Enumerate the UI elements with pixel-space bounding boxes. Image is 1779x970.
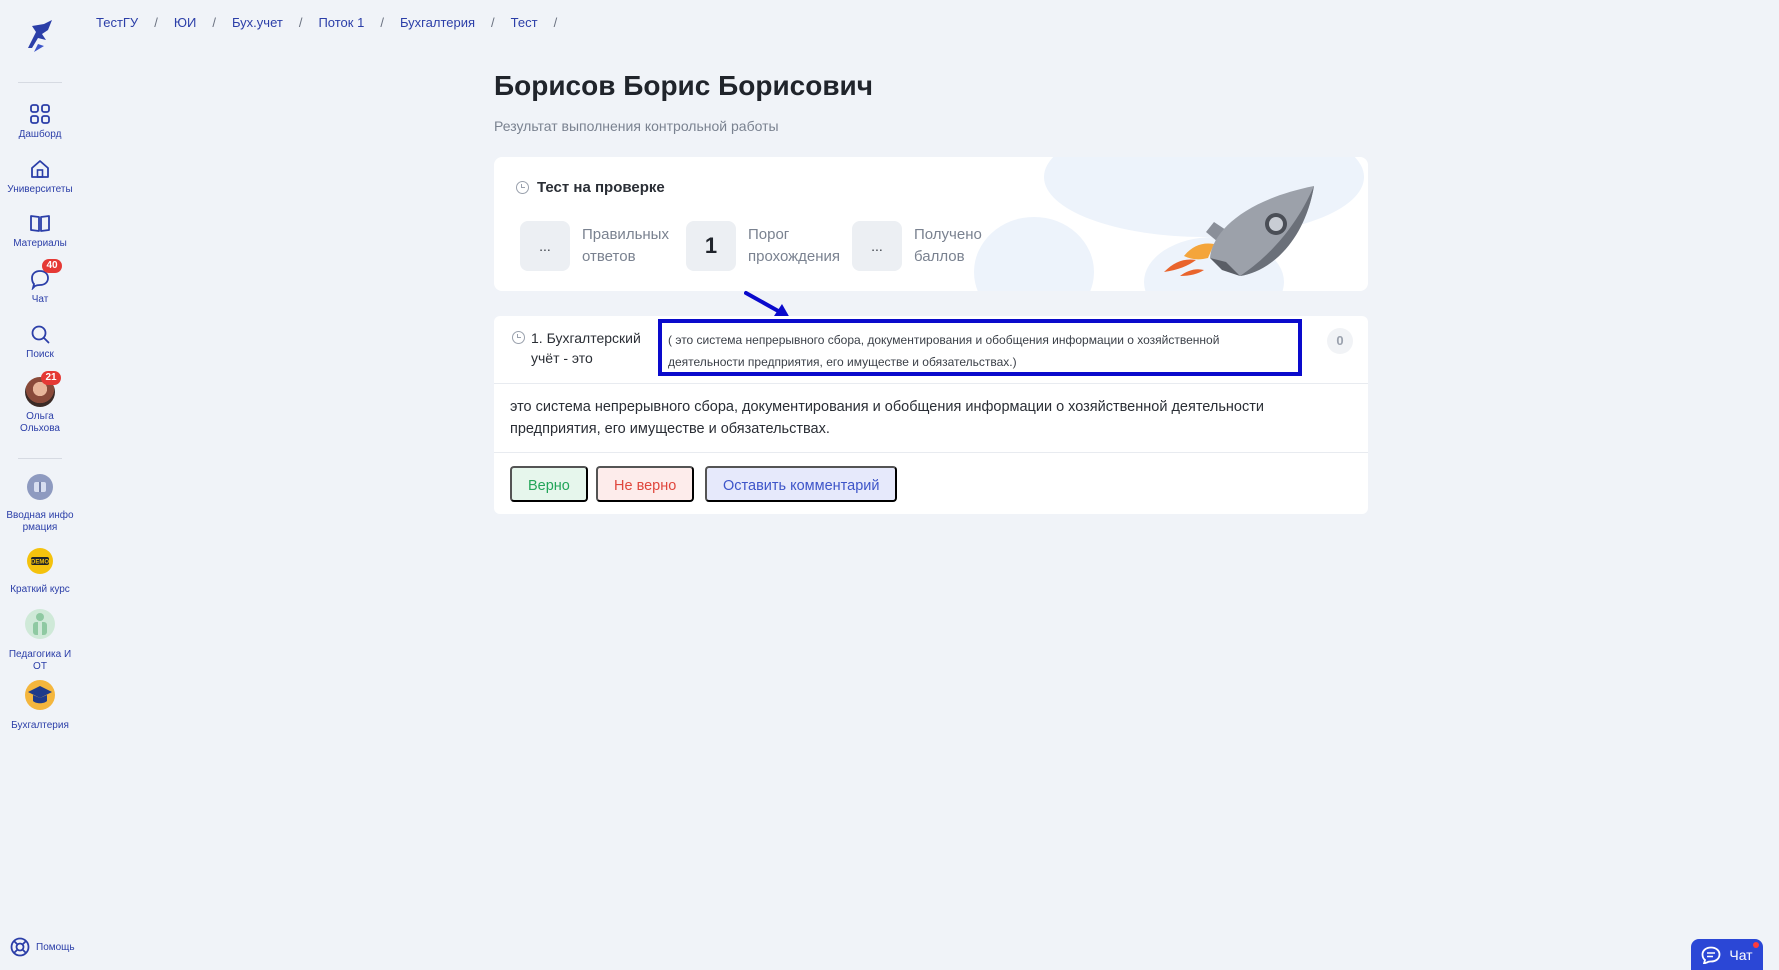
search-icon: [31, 325, 50, 344]
sidebar-item-universities[interactable]: Университеты: [0, 158, 80, 196]
sidebar-course-accounting[interactable]: Бухгалтерия: [0, 679, 80, 732]
notification-dot: [1753, 942, 1759, 948]
question-highlight-box: ( это система непрерывного сбора, докуме…: [658, 319, 1302, 376]
chat-bubble-icon: [1701, 946, 1721, 964]
stat-label: Порог прохождения: [748, 226, 841, 265]
book-icon: [30, 215, 50, 232]
sidebar-item-label: Чат: [31, 294, 49, 305]
divider: [494, 452, 1368, 453]
sidebar-course-pedagogy[interactable]: Педагогика И ОТ: [0, 608, 80, 673]
sidebar-item-label: Университеты: [7, 184, 73, 195]
breadcrumb-item[interactable]: Бух.учет: [232, 15, 283, 30]
page-title: Борисов Борис Борисович: [494, 70, 874, 101]
stat-correct-answers: ... Правильных ответов: [520, 221, 677, 271]
breadcrumb-item[interactable]: Поток 1: [318, 15, 364, 30]
help-link[interactable]: Помощь: [10, 937, 75, 957]
question-text: 1. Бухгалтерский учёт - это: [531, 330, 641, 366]
sidebar-item-profile[interactable]: 21 Ольга Ольхова: [0, 371, 80, 435]
breadcrumb-separator: /: [154, 15, 158, 30]
rocket-illustration: [1164, 186, 1314, 276]
sidebar-item-label: Краткий курс: [10, 584, 70, 595]
sidebar-item-label: Вводная инфо рмация: [6, 510, 74, 533]
stat-value: ...: [852, 221, 902, 271]
sidebar-item-label: Материалы: [13, 238, 67, 249]
sidebar-divider: [18, 82, 62, 83]
question-card: 1. Бухгалтерский учёт - это ( это систем…: [494, 316, 1368, 514]
lifebuoy-icon: [10, 937, 30, 957]
sidebar-item-label: Бухгалтерия: [11, 720, 69, 731]
breadcrumb-separator: /: [212, 15, 216, 30]
sidebar-item-label: Поиск: [26, 349, 54, 360]
stat-points-received: ... Получено баллов: [852, 221, 1009, 271]
clock-icon: [512, 331, 525, 344]
mark-correct-button[interactable]: Верно: [510, 466, 588, 502]
chat-widget-button[interactable]: Чат: [1691, 939, 1763, 970]
stat-value: 1: [686, 221, 736, 271]
sidebar-item-label: Педагогика И ОТ: [8, 649, 72, 672]
svg-text:DEMO: DEMO: [31, 560, 49, 566]
mark-incorrect-button[interactable]: Не верно: [596, 466, 695, 502]
page-subtitle: Результат выполнения контрольной работы: [494, 118, 779, 134]
demo-icon: DEMO: [27, 548, 53, 574]
breadcrumb-item[interactable]: ТестГУ: [96, 15, 138, 30]
breadcrumb-item[interactable]: Тест: [511, 15, 538, 30]
breadcrumb-item[interactable]: ЮИ: [174, 15, 196, 30]
sidebar-item-dashboard[interactable]: Дашборд: [0, 103, 80, 141]
breadcrumb-separator: /: [553, 15, 558, 30]
sidebar-item-label: Ольга Ольхова: [20, 411, 60, 434]
sidebar-divider: [18, 458, 62, 459]
student-answer: это система непрерывного сбора, документ…: [510, 399, 1264, 437]
logo-icon[interactable]: [22, 18, 58, 54]
chat-widget-label: Чат: [1729, 947, 1753, 963]
test-summary-card: Тест на проверке ... Правильных ответов …: [494, 157, 1368, 291]
profile-badge: 21: [41, 371, 61, 385]
sidebar-item-label: Дашборд: [18, 129, 62, 140]
home-icon: [31, 160, 49, 178]
breadcrumb-item[interactable]: Бухгалтерия: [400, 15, 475, 30]
leave-comment-button[interactable]: Оставить комментарий: [705, 466, 898, 502]
sidebar-item-search[interactable]: Поиск: [0, 323, 80, 361]
sidebar-course-short[interactable]: DEMO Краткий курс: [0, 547, 80, 596]
sidebar-item-chat[interactable]: 40 Чат: [0, 259, 80, 306]
course-intro-icon: [27, 474, 53, 500]
sidebar-item-materials[interactable]: Материалы: [0, 212, 80, 250]
stat-label: Правильных ответов: [582, 226, 669, 265]
graduation-cap-icon: [25, 680, 55, 710]
avatar: 21: [25, 371, 61, 407]
summary-title-text: Тест на проверке: [537, 179, 665, 196]
chat-badge: 40: [42, 259, 62, 273]
stat-label: Получено баллов: [914, 226, 982, 265]
sidebar-course-intro[interactable]: Вводная инфо рмация: [0, 473, 80, 534]
breadcrumb-separator: /: [298, 15, 303, 30]
question-header: 1. Бухгалтерский учёт - это ( это систем…: [494, 316, 1368, 384]
sidebar: Дашборд Университеты Материалы 40 Чат По…: [0, 0, 80, 970]
breadcrumb-separator: /: [380, 15, 384, 30]
summary-title: Тест на проверке: [516, 179, 665, 196]
question-title: 1. Бухгалтерский учёт - это: [512, 328, 649, 368]
breadcrumb: ТестГУ / ЮИ / Бух.учет / Поток 1 / Бухга…: [96, 15, 573, 30]
stat-pass-threshold: 1 Порог прохождения: [686, 221, 843, 271]
grid-icon: [30, 104, 50, 124]
breadcrumb-separator: /: [491, 15, 495, 30]
pedagogy-icon: [25, 609, 55, 639]
help-label: Помощь: [36, 941, 75, 953]
question-score: 0: [1327, 328, 1353, 354]
clock-icon: [516, 181, 529, 194]
stat-value: ...: [520, 221, 570, 271]
